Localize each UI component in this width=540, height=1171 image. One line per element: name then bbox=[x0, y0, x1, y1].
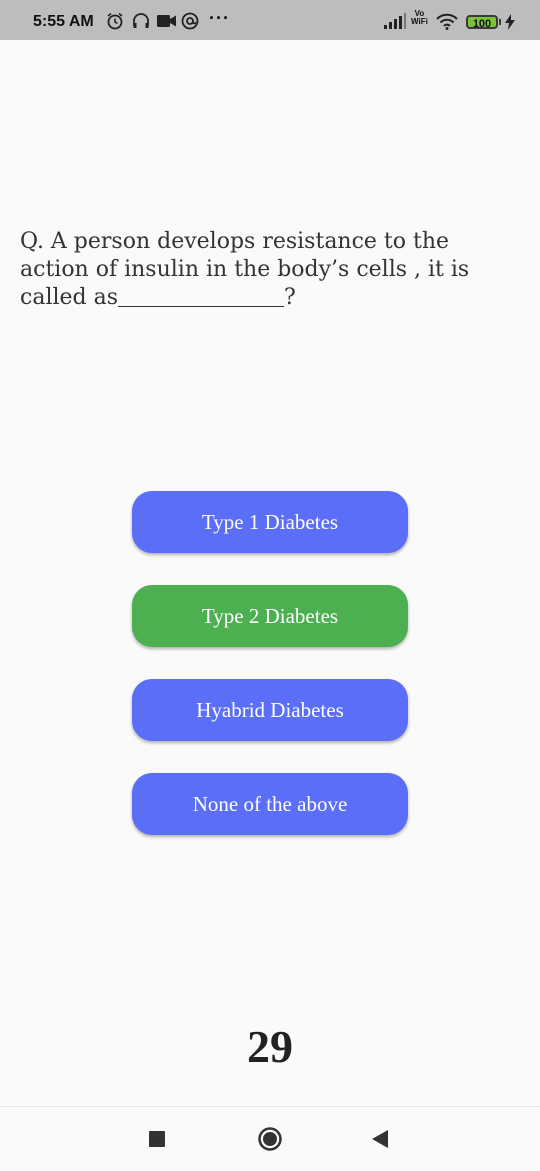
option-label: Type 2 Diabetes bbox=[201, 603, 339, 628]
option-none-of-the-above-button[interactable]: None of the above bbox=[132, 773, 408, 835]
battery-icon: 100 bbox=[466, 15, 498, 30]
option-label: None of the above bbox=[192, 791, 348, 816]
answer-blank bbox=[118, 284, 285, 307]
status-bar: 5:55 AM ··· Vo WiFi 100 bbox=[0, 0, 540, 40]
question-text: Q. A person develops resistance to the a… bbox=[20, 228, 520, 312]
option-type-2-diabetes-button[interactable]: Type 2 Diabetes bbox=[132, 585, 408, 647]
back-triangle-icon[interactable] bbox=[372, 1130, 388, 1153]
video-camera-icon bbox=[157, 14, 177, 33]
charging-bolt-icon bbox=[504, 14, 516, 35]
navigation-bar bbox=[0, 1106, 540, 1171]
wifi-icon bbox=[436, 13, 458, 35]
battery-tip bbox=[499, 19, 501, 25]
option-label: Type 1 Diabetes bbox=[201, 509, 339, 534]
home-circle-icon[interactable] bbox=[257, 1126, 283, 1157]
status-time: 5:55 AM bbox=[33, 13, 94, 30]
option-hyabrid-diabetes-button[interactable]: Hyabrid Diabetes bbox=[132, 679, 408, 741]
countdown-timer: 29 bbox=[247, 1021, 293, 1072]
battery-level: 100 bbox=[472, 18, 492, 30]
signal-icon bbox=[384, 13, 406, 34]
more-dots-icon: ··· bbox=[209, 8, 230, 28]
vowifi-indicator: Vo WiFi bbox=[411, 10, 428, 26]
question-suffix: ? bbox=[284, 285, 296, 310]
vowifi-label-bottom: WiFi bbox=[411, 17, 428, 26]
alarm-icon bbox=[106, 12, 124, 35]
option-type-1-diabetes-button[interactable]: Type 1 Diabetes bbox=[132, 491, 408, 553]
headphones-icon bbox=[132, 12, 150, 35]
at-sign-icon bbox=[181, 12, 199, 35]
recents-square-icon[interactable] bbox=[149, 1131, 165, 1152]
option-label: Hyabrid Diabetes bbox=[196, 697, 344, 722]
